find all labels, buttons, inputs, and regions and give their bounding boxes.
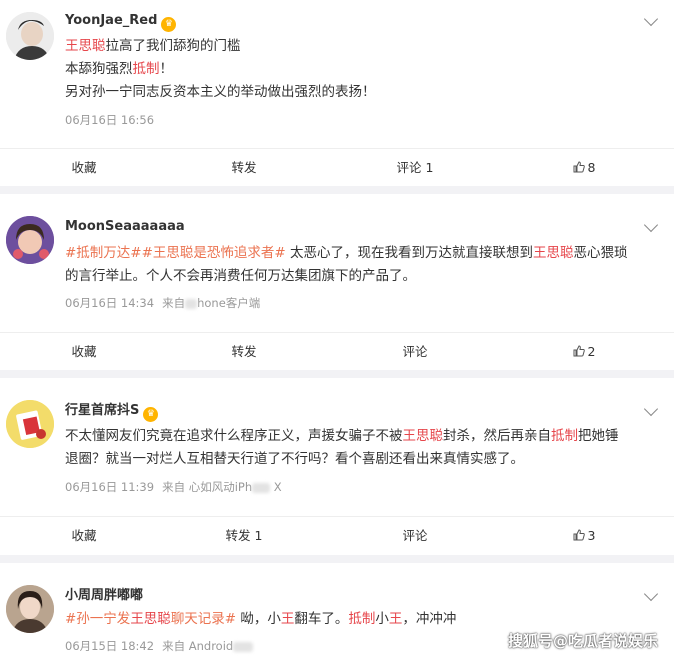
separator bbox=[0, 555, 674, 563]
like-button[interactable]: 2 bbox=[500, 333, 668, 371]
post-text: 不太懂网友们究竟在追求什么程序正义，声援女骗子不被王思聪封杀，然后再亲自抵制把她… bbox=[65, 428, 619, 467]
chevron-down-icon[interactable] bbox=[643, 11, 659, 27]
blurred-text bbox=[185, 298, 198, 309]
comment-button[interactable]: 评论 bbox=[331, 333, 499, 371]
hashtag-link[interactable]: #抵制万达# bbox=[65, 245, 142, 261]
avatar[interactable] bbox=[6, 400, 54, 448]
post-meta: 06月16日 16:56 bbox=[65, 112, 154, 128]
timestamp[interactable]: 06月16日 14:34 bbox=[65, 296, 154, 310]
post-card: MoonSeaaaaaaa #抵制万达##王思聪是恐怖追求者# 太恶心了，现在我… bbox=[0, 194, 674, 370]
keyword-link[interactable]: 王思聪 bbox=[130, 611, 171, 627]
action-bar: 收藏 转发 评论 1 8 bbox=[0, 148, 674, 187]
chevron-down-icon[interactable] bbox=[643, 401, 659, 417]
timestamp[interactable]: 06月15日 18:42 bbox=[65, 639, 154, 653]
comment-button[interactable]: 评论 1 bbox=[331, 149, 499, 187]
username[interactable]: 行星首席抖S ♛ bbox=[65, 402, 159, 422]
hashtag-link[interactable]: #孙一宁发王思聪聊天记录# bbox=[65, 611, 236, 627]
avatar[interactable] bbox=[6, 216, 54, 264]
timestamp[interactable]: 06月16日 16:56 bbox=[65, 113, 154, 127]
avatar[interactable] bbox=[6, 12, 54, 60]
source-label: 来自 Android bbox=[162, 639, 254, 653]
source-label: 来自 hone客户端 bbox=[162, 296, 261, 310]
post-card: 行星首席抖S ♛ 不太懂网友们究竟在追求什么程序正义，声援女骗子不被王思聪封杀，然… bbox=[0, 378, 674, 555]
blurred-text bbox=[252, 482, 271, 493]
crown-badge-icon: ♛ bbox=[143, 407, 159, 422]
collect-button[interactable]: 收藏 bbox=[0, 333, 168, 371]
crown-badge-icon: ♛ bbox=[161, 17, 177, 32]
keyword-link[interactable]: 王思聪 bbox=[403, 428, 444, 444]
username[interactable]: MoonSeaaaaaaa bbox=[65, 218, 185, 236]
keyword-link[interactable]: 王思聪 bbox=[65, 38, 106, 54]
keyword-link[interactable]: 抵制 bbox=[133, 61, 160, 77]
thumb-up-icon bbox=[573, 345, 585, 357]
collect-button[interactable]: 收藏 bbox=[0, 517, 168, 555]
timestamp[interactable]: 06月16日 11:39 bbox=[65, 480, 154, 494]
avatar[interactable] bbox=[6, 585, 54, 633]
post-meta: 06月16日 14:34 来自 hone客户端 bbox=[65, 295, 260, 311]
thumb-up-icon bbox=[573, 161, 585, 173]
keyword-link[interactable]: 王 bbox=[389, 611, 403, 627]
post-text: #抵制万达##王思聪是恐怖追求者# 太恶心了，现在我看到万达就直接联想到王思聪恶… bbox=[65, 245, 628, 284]
repost-button[interactable]: 转发 bbox=[160, 149, 328, 187]
repost-button[interactable]: 转发 1 bbox=[160, 517, 328, 555]
repost-button[interactable]: 转发 bbox=[160, 333, 328, 371]
post-text: #孙一宁发王思聪聊天记录# 呦，小王翻车了。抵制小王，冲冲冲 bbox=[65, 611, 457, 627]
blurred-text bbox=[233, 641, 254, 652]
source-label: 来自 心如风动iPh X bbox=[162, 480, 282, 494]
like-button[interactable]: 3 bbox=[500, 517, 668, 555]
chevron-down-icon[interactable] bbox=[643, 586, 659, 602]
watermark: 搜狐号@吃瓜者说娱乐 bbox=[507, 632, 658, 650]
collect-button[interactable]: 收藏 bbox=[0, 149, 168, 187]
separator bbox=[0, 186, 674, 194]
chevron-down-icon[interactable] bbox=[643, 217, 659, 233]
keyword-link[interactable]: 王 bbox=[281, 611, 295, 627]
post-text: 王思聪拉高了我们舔狗的门槛 本舔狗强烈抵制！ 另对孙一宁同志反资本主义的举动做出… bbox=[65, 38, 376, 100]
post-card: YoonJae_Red ♛ 王思聪拉高了我们舔狗的门槛 本舔狗强烈抵制！ 另对孙一… bbox=[0, 0, 674, 186]
thumb-up-icon bbox=[573, 529, 585, 541]
hashtag-link[interactable]: #王思聪是恐怖追求者# bbox=[142, 245, 286, 261]
post-meta: 06月16日 11:39 来自 心如风动iPh X bbox=[65, 479, 282, 495]
username[interactable]: 小周周胖嘟嘟 bbox=[65, 587, 143, 605]
post-meta: 06月15日 18:42 来自 Android bbox=[65, 638, 254, 654]
post-card: 小周周胖嘟嘟 #孙一宁发王思聪聊天记录# 呦，小王翻车了。抵制小王，冲冲冲 06… bbox=[0, 563, 674, 661]
separator bbox=[0, 370, 674, 378]
keyword-link[interactable]: 王思聪 bbox=[533, 245, 574, 261]
action-bar: 收藏 转发 1 评论 3 bbox=[0, 516, 674, 555]
action-bar: 收藏 转发 评论 2 bbox=[0, 332, 674, 371]
username[interactable]: YoonJae_Red ♛ bbox=[65, 12, 177, 32]
keyword-link[interactable]: 抵制 bbox=[348, 611, 375, 627]
keyword-link[interactable]: 抵制 bbox=[551, 428, 578, 444]
like-button[interactable]: 8 bbox=[500, 149, 668, 187]
comment-button[interactable]: 评论 bbox=[331, 517, 499, 555]
